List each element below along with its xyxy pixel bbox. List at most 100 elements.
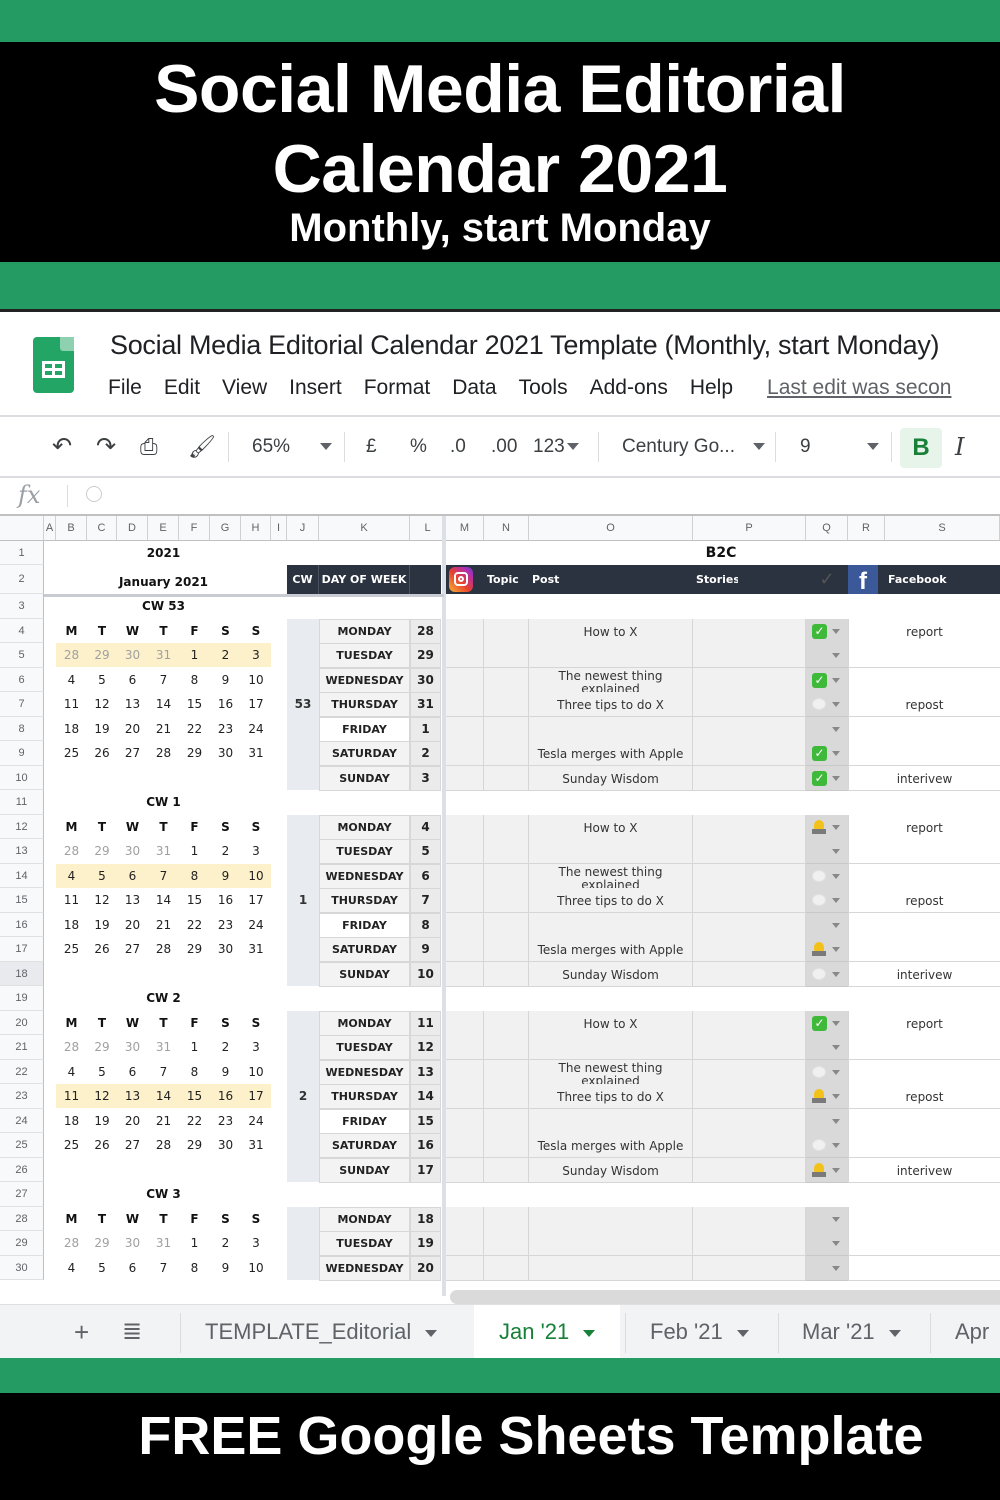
facebook-cell[interactable]: repost: [848, 1084, 1000, 1109]
topic-cell[interactable]: [484, 716, 529, 742]
row-cell-m[interactable]: [446, 1206, 484, 1232]
post-cell[interactable]: How to X: [529, 1010, 693, 1036]
calendar-day[interactable]: 29: [179, 741, 210, 765]
row-cell-m[interactable]: [446, 1108, 484, 1134]
topic-cell[interactable]: [484, 961, 529, 987]
post-cell[interactable]: Three tips to do X: [529, 1084, 693, 1109]
facebook-cell[interactable]: [848, 667, 1000, 693]
status-dropdown[interactable]: [806, 863, 848, 889]
calendar-day[interactable]: 22: [179, 717, 210, 741]
row-cell-m[interactable]: [446, 667, 484, 693]
topic-cell[interactable]: [484, 618, 529, 644]
topic-cell[interactable]: [484, 667, 529, 693]
google-sheets-logo-icon[interactable]: [33, 337, 74, 393]
status-dropdown[interactable]: [806, 888, 848, 913]
calendar-day[interactable]: 25: [56, 937, 87, 961]
calendar-day[interactable]: 10: [241, 1256, 271, 1280]
calendar-day[interactable]: 1: [179, 1231, 210, 1255]
stories-cell[interactable]: [693, 1133, 806, 1158]
sheet-tab-feb[interactable]: Feb '21: [650, 1305, 749, 1358]
status-dropdown[interactable]: ✓: [806, 618, 848, 644]
row-cell-m[interactable]: [446, 1010, 484, 1036]
sheet-tab-template[interactable]: TEMPLATE_Editorial: [205, 1305, 438, 1358]
calendar-day[interactable]: 31: [241, 1133, 271, 1157]
facebook-cell[interactable]: [848, 863, 1000, 889]
row-header-1[interactable]: 1: [0, 541, 44, 565]
stories-cell[interactable]: [693, 1255, 806, 1281]
row-cell-m[interactable]: [446, 839, 484, 864]
status-dropdown[interactable]: [806, 912, 848, 938]
stories-cell[interactable]: [693, 961, 806, 987]
select-all-corner[interactable]: [0, 516, 44, 541]
status-dropdown[interactable]: [806, 1157, 848, 1183]
status-dropdown[interactable]: [806, 1108, 848, 1134]
calendar-day[interactable]: 1: [179, 643, 210, 667]
stories-cell[interactable]: [693, 741, 806, 766]
calendar-day[interactable]: 12: [87, 1084, 117, 1108]
calendar-day[interactable]: 13: [117, 1084, 148, 1108]
topic-cell[interactable]: [484, 1157, 529, 1183]
stories-cell[interactable]: [693, 692, 806, 717]
calendar-day[interactable]: 15: [179, 1084, 210, 1108]
calendar-day[interactable]: 29: [87, 643, 117, 667]
menu-data[interactable]: Data: [452, 376, 496, 400]
calendar-day[interactable]: 6: [117, 1256, 148, 1280]
topic-cell[interactable]: [484, 839, 529, 864]
calendar-day[interactable]: 30: [117, 1231, 148, 1255]
currency-format-button[interactable]: £: [366, 418, 377, 476]
row-header-17[interactable]: 17: [0, 937, 44, 962]
calendar-day[interactable]: 5: [87, 1256, 117, 1280]
calendar-day[interactable]: 23: [210, 913, 241, 937]
menu-help[interactable]: Help: [690, 376, 733, 400]
status-dropdown[interactable]: [806, 1133, 848, 1158]
calendar-day[interactable]: 28: [148, 741, 179, 765]
facebook-cell[interactable]: [848, 937, 1000, 962]
post-cell[interactable]: [529, 1206, 693, 1232]
topic-cell[interactable]: [484, 1255, 529, 1281]
row-cell-m[interactable]: [446, 618, 484, 644]
post-cell[interactable]: [529, 839, 693, 864]
calendar-day[interactable]: 6: [117, 668, 148, 692]
status-dropdown[interactable]: ✓: [806, 1010, 848, 1036]
row-cell-m[interactable]: [446, 1035, 484, 1060]
row-header-27[interactable]: 27: [0, 1182, 44, 1207]
status-dropdown[interactable]: [806, 937, 848, 962]
all-sheets-menu-icon[interactable]: ≣: [122, 1305, 142, 1358]
topic-cell[interactable]: [484, 1035, 529, 1060]
post-cell[interactable]: [529, 912, 693, 938]
post-cell[interactable]: The newest thing explained: [529, 1059, 693, 1085]
calendar-day[interactable]: 3: [241, 1035, 271, 1059]
status-dropdown[interactable]: [806, 1231, 848, 1256]
column-header-i[interactable]: I: [271, 516, 287, 541]
calendar-day[interactable]: 19: [87, 1109, 117, 1133]
row-header-16[interactable]: 16: [0, 912, 44, 937]
facebook-cell[interactable]: [848, 912, 1000, 938]
row-cell-m[interactable]: [446, 643, 484, 668]
facebook-cell[interactable]: interivew: [848, 1157, 1000, 1183]
row-cell-m[interactable]: [446, 912, 484, 938]
calendar-day[interactable]: 3: [241, 643, 271, 667]
column-header-r[interactable]: R: [848, 516, 885, 541]
stories-cell[interactable]: [693, 839, 806, 864]
calendar-day[interactable]: 29: [87, 839, 117, 863]
calendar-day[interactable]: 14: [148, 1084, 179, 1108]
add-sheet-button[interactable]: +: [74, 1305, 89, 1358]
facebook-cell[interactable]: [848, 1108, 1000, 1134]
status-dropdown[interactable]: [806, 961, 848, 987]
row-header-9[interactable]: 9: [0, 741, 44, 766]
menu-addons[interactable]: Add-ons: [590, 376, 668, 400]
sheet-tab-apr[interactable]: Apr: [955, 1305, 989, 1358]
post-cell[interactable]: The newest thing explained: [529, 863, 693, 889]
calendar-day[interactable]: 23: [210, 1109, 241, 1133]
calendar-day[interactable]: 20: [117, 717, 148, 741]
column-header-s[interactable]: S: [885, 516, 1000, 541]
calendar-day[interactable]: 9: [210, 864, 241, 888]
post-cell[interactable]: Three tips to do X: [529, 888, 693, 913]
calendar-day[interactable]: 12: [87, 692, 117, 716]
row-header-22[interactable]: 22: [0, 1059, 44, 1084]
calendar-day[interactable]: 1: [179, 1035, 210, 1059]
calendar-day[interactable]: 30: [117, 1035, 148, 1059]
calendar-day[interactable]: 9: [210, 1256, 241, 1280]
row-header-4[interactable]: 4: [0, 618, 44, 643]
post-cell[interactable]: Sunday Wisdom: [529, 961, 693, 987]
